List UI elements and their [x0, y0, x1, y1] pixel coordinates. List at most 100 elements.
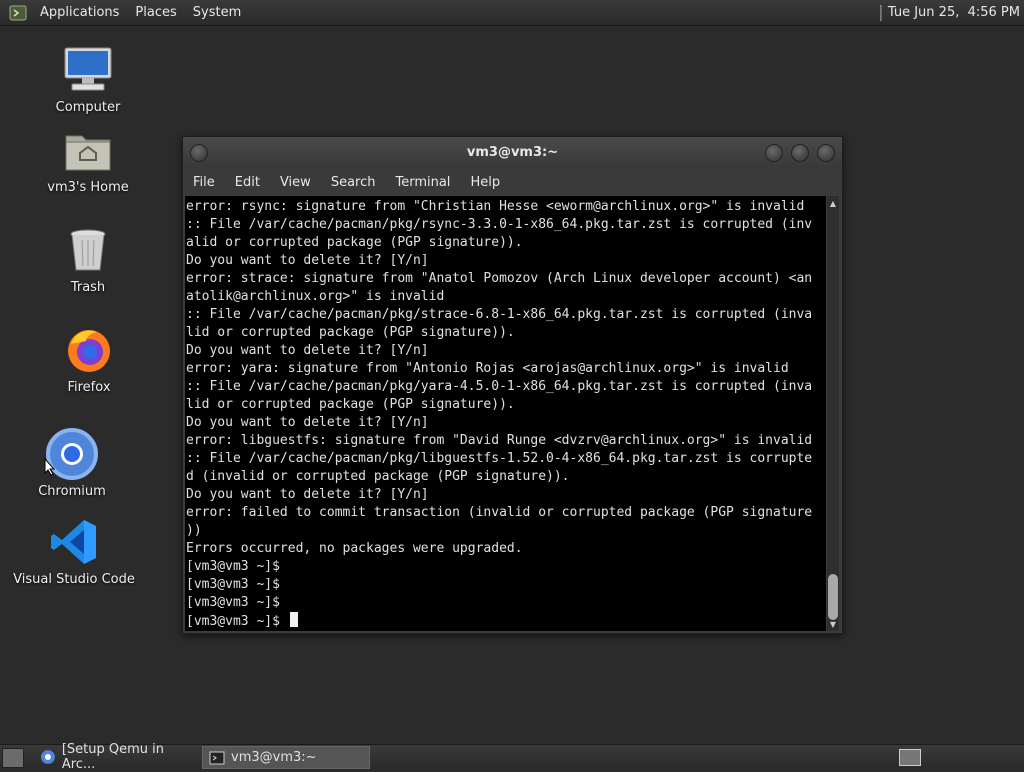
scroll-down-arrow-icon[interactable]: ▼ — [828, 619, 838, 629]
desktop-icon-label: Visual Studio Code — [13, 572, 135, 587]
terminal-line: Do you want to delete it? [Y/n] — [186, 486, 812, 504]
terminal-line-text: Do you want to delete it? [Y/n] — [186, 343, 429, 358]
terminal-line: alid or corrupted package (PGP signature… — [186, 234, 812, 252]
terminal-line-text: :: File /var/cache/pacman/pkg/rsync-3.3.… — [186, 217, 813, 232]
show-desktop-icon[interactable] — [2, 748, 24, 768]
terminal-line: error: rsync: signature from "Christian … — [186, 198, 812, 216]
terminal-line: [vm3@vm3 ~]$ — [186, 594, 812, 612]
terminal-line-text: :: File /var/cache/pacman/pkg/strace-6.8… — [186, 307, 813, 322]
terminal-icon — [209, 751, 225, 764]
desktop-icon-vscode[interactable]: Visual Studio Code — [13, 516, 135, 587]
terminal-line-text: d (invalid or corrupted package (PGP sig… — [186, 469, 570, 484]
terminal-line: [vm3@vm3 ~]$ — [186, 558, 812, 576]
terminal-line-text: atolik@archlinux.org>" is invalid — [186, 289, 445, 304]
terminal-line: Errors occurred, no packages were upgrad… — [186, 540, 812, 558]
menu-edit[interactable]: Edit — [225, 175, 270, 190]
scroll-up-arrow-icon[interactable]: ▲ — [828, 198, 838, 208]
terminal-line-text: alid or corrupted package (PGP signature… — [186, 235, 523, 250]
taskbar-item-terminal[interactable]: vm3@vm3:~ — [202, 746, 370, 769]
clock-area: Tue Jun 25, 4:56 PM — [879, 0, 1020, 25]
terminal-line: lid or corrupted package (PGP signature)… — [186, 324, 812, 342]
terminal-line-text: [vm3@vm3 ~]$ — [186, 595, 280, 610]
vscode-icon — [48, 516, 100, 568]
desktop-icon-label: Trash — [70, 280, 106, 295]
terminal-line-text: [vm3@vm3 ~]$ — [186, 614, 288, 629]
desktop-icon-chromium[interactable]: Chromium — [17, 428, 127, 499]
menu-logo-icon[interactable] — [8, 3, 28, 23]
window-title: vm3@vm3:~ — [466, 145, 559, 160]
menu-help[interactable]: Help — [460, 175, 510, 190]
workspace-switcher[interactable] — [899, 749, 921, 766]
system-menu[interactable]: System — [185, 5, 249, 20]
terminal-line: error: yara: signature from "Antonio Roj… — [186, 360, 812, 378]
desktop-icon-firefox[interactable]: Firefox — [34, 324, 144, 395]
window-titlebar[interactable]: vm3@vm3:~ — [183, 137, 842, 169]
minimize-button[interactable] — [765, 144, 783, 162]
terminal-line-text: error: failed to commit transaction (inv… — [186, 505, 813, 520]
close-button[interactable] — [817, 144, 835, 162]
menu-terminal[interactable]: Terminal — [385, 175, 460, 190]
terminal-line: error: libguestfs: signature from "David… — [186, 432, 812, 450]
maximize-button[interactable] — [791, 144, 809, 162]
desktop-icon-label: Firefox — [67, 380, 111, 395]
terminal-line: Do you want to delete it? [Y/n] — [186, 414, 812, 432]
terminal-line-text: Errors occurred, no packages were upgrad… — [186, 541, 523, 556]
desktop-icon-label: vm3's Home — [47, 180, 129, 195]
scrollbar-thumb[interactable] — [828, 574, 838, 620]
terminal-menubar: File Edit View Search Terminal Help — [183, 169, 842, 195]
terminal-line-text: )) — [186, 523, 202, 538]
terminal-cursor — [289, 612, 298, 627]
applications-menu[interactable]: Applications — [32, 5, 127, 20]
terminal-line-text: :: File /var/cache/pacman/pkg/libguestfs… — [186, 451, 813, 466]
top-panel: Applications Places System Tue Jun 25, 4… — [0, 0, 1024, 26]
browser-icon — [40, 749, 55, 764]
menu-search[interactable]: Search — [321, 175, 386, 190]
terminal-line-text: :: File /var/cache/pacman/pkg/yara-4.5.0… — [186, 379, 813, 394]
terminal-line-text: [vm3@vm3 ~]$ — [186, 559, 280, 574]
terminal-line-text: error: yara: signature from "Antonio Roj… — [186, 361, 789, 376]
terminal-line-text: Do you want to delete it? [Y/n] — [186, 253, 429, 268]
firefox-icon — [63, 324, 115, 376]
clock[interactable]: Tue Jun 25, 4:56 PM — [888, 5, 1020, 20]
terminal-line: [vm3@vm3 ~]$ — [186, 576, 812, 594]
terminal-line: :: File /var/cache/pacman/pkg/libguestfs… — [186, 450, 812, 468]
terminal-output[interactable]: error: rsync: signature from "Christian … — [185, 196, 826, 631]
terminal-line-text: lid or corrupted package (PGP signature)… — [186, 397, 515, 412]
menu-file[interactable]: File — [183, 175, 225, 190]
terminal-line-text: Do you want to delete it? [Y/n] — [186, 415, 429, 430]
terminal-line-text: lid or corrupted package (PGP signature)… — [186, 325, 515, 340]
panel-separator — [879, 4, 882, 21]
menu-view[interactable]: View — [270, 175, 321, 190]
desktop-icon-home[interactable]: vm3's Home — [33, 124, 143, 195]
terminal-window: vm3@vm3:~ File Edit View Search Terminal… — [182, 136, 843, 634]
terminal-lines: error: rsync: signature from "Christian … — [186, 198, 812, 630]
terminal-line-text: Do you want to delete it? [Y/n] — [186, 487, 429, 502]
computer-icon — [62, 44, 114, 96]
terminal-line-text: error: rsync: signature from "Christian … — [186, 199, 805, 214]
desktop-icon-label: Computer — [55, 100, 121, 115]
bottom-panel: [Setup Qemu in Arc... vm3@vm3:~ — [0, 742, 1024, 772]
desktop-icon-label: Chromium — [38, 484, 106, 499]
terminal-scrollbar[interactable]: ▲ ▼ — [827, 196, 839, 631]
home-folder-icon — [62, 124, 114, 176]
terminal-line-text: error: libguestfs: signature from "David… — [186, 433, 813, 448]
terminal-line: )) — [186, 522, 812, 540]
taskbar-item-label: vm3@vm3:~ — [231, 750, 317, 765]
terminal-line: error: failed to commit transaction (inv… — [186, 504, 812, 522]
terminal-line: Do you want to delete it? [Y/n] — [186, 342, 812, 360]
trash-icon — [62, 224, 114, 276]
terminal-line: lid or corrupted package (PGP signature)… — [186, 396, 812, 414]
mouse-pointer-icon — [44, 457, 56, 480]
terminal-line: d (invalid or corrupted package (PGP sig… — [186, 468, 812, 486]
desktop-icon-trash[interactable]: Trash — [33, 224, 143, 295]
terminal-line: :: File /var/cache/pacman/pkg/yara-4.5.0… — [186, 378, 812, 396]
terminal-line: :: File /var/cache/pacman/pkg/strace-6.8… — [186, 306, 812, 324]
terminal-line: [vm3@vm3 ~]$ — [186, 612, 812, 630]
places-menu[interactable]: Places — [127, 5, 184, 20]
terminal-line-text: error: strace: signature from "Anatol Po… — [186, 271, 813, 286]
terminal-line: Do you want to delete it? [Y/n] — [186, 252, 812, 270]
taskbar-item-browser[interactable]: [Setup Qemu in Arc... — [34, 742, 206, 772]
desktop-icon-computer[interactable]: Computer — [33, 44, 143, 115]
taskbar-item-label: [Setup Qemu in Arc... — [61, 741, 164, 772]
terminal-line: atolik@archlinux.org>" is invalid — [186, 288, 812, 306]
